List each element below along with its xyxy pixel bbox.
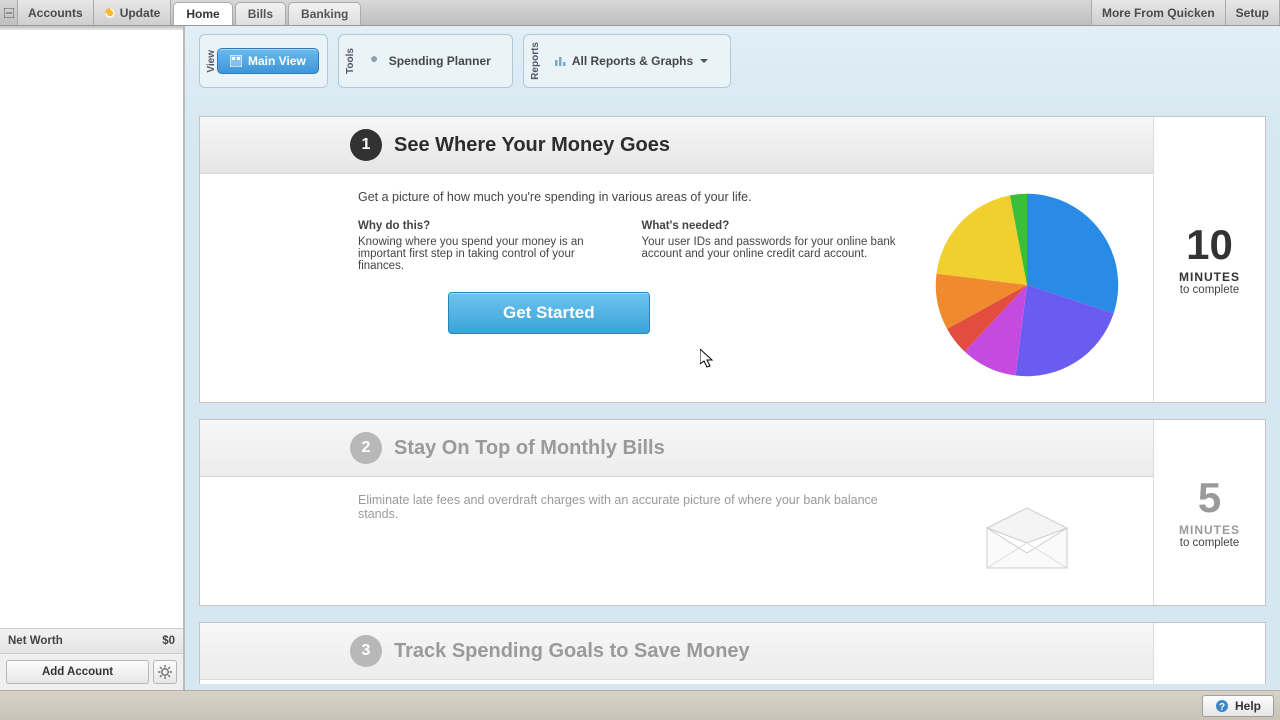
timer-label: MINUTES xyxy=(1179,523,1240,537)
more-from-button[interactable]: More From Quicken xyxy=(1091,0,1226,25)
step-title: Stay On Top of Monthly Bills xyxy=(394,437,665,460)
chevron-down-icon xyxy=(699,56,709,66)
step-card-1: 1 See Where Your Money Goes Get a pictur… xyxy=(199,116,1266,403)
get-started-button[interactable]: Get Started xyxy=(448,292,650,334)
sidebar: Net Worth $0 Add Account xyxy=(0,26,185,690)
what-body: Your user IDs and passwords for your onl… xyxy=(642,236,898,260)
reports-group: Reports All Reports & Graphs xyxy=(523,34,731,88)
timer-sub: to complete xyxy=(1180,537,1239,549)
timer-minutes: 10 xyxy=(1186,224,1233,266)
step-timer: 5 MINUTES to complete xyxy=(1153,623,1265,684)
why-heading: Why do this? xyxy=(358,220,614,232)
step-timer: 10 MINUTES to complete xyxy=(1153,117,1265,402)
bottombar: ? Help xyxy=(0,690,1280,720)
help-button[interactable]: ? Help xyxy=(1202,695,1274,717)
net-worth-row: Net Worth $0 xyxy=(0,628,183,653)
help-icon: ? xyxy=(1215,699,1229,713)
step-badge: 3 xyxy=(350,635,382,667)
add-account-button[interactable]: Add Account xyxy=(6,660,149,684)
help-label: Help xyxy=(1235,699,1261,713)
net-worth-label: Net Worth xyxy=(8,635,63,647)
main-panel: View Main View Tools Spending Planner Re… xyxy=(185,26,1280,690)
step-badge: 1 xyxy=(350,129,382,161)
home-overview-icon xyxy=(230,55,242,67)
content-area: 1 See Where Your Money Goes Get a pictur… xyxy=(199,116,1266,684)
pie-chart-illustration xyxy=(917,190,1137,380)
main-view-label: Main View xyxy=(248,54,306,68)
gear-icon xyxy=(158,665,172,679)
why-body: Knowing where you spend your money is an… xyxy=(358,236,614,272)
view-group: View Main View xyxy=(199,34,328,88)
step-badge: 2 xyxy=(350,432,382,464)
main-view-button[interactable]: Main View xyxy=(217,48,319,74)
setup-button[interactable]: Setup xyxy=(1226,0,1280,25)
bar-chart-icon xyxy=(554,55,566,67)
timer-label: MINUTES xyxy=(1179,270,1240,284)
step-intro: Eliminate late fees and overdraft charge… xyxy=(358,493,897,521)
reports-group-label: Reports xyxy=(528,40,541,82)
reports-dropdown-button[interactable]: All Reports & Graphs xyxy=(541,48,722,74)
wrench-icon xyxy=(369,54,383,68)
tools-group: Tools Spending Planner xyxy=(338,34,513,88)
sidebar-settings-button[interactable] xyxy=(153,660,177,684)
accounts-button[interactable]: Accounts xyxy=(18,0,94,25)
step-title: Track Spending Goals to Save Money xyxy=(394,640,750,663)
tab-home[interactable]: Home xyxy=(173,2,232,25)
net-worth-value: $0 xyxy=(162,635,175,647)
step-card-2: 2 Stay On Top of Monthly Bills Eliminate… xyxy=(199,419,1266,606)
spending-planner-button[interactable]: Spending Planner xyxy=(356,48,504,74)
reports-dropdown-label: All Reports & Graphs xyxy=(572,54,693,68)
step-title: See Where Your Money Goes xyxy=(394,134,670,157)
step-card-3: 3 Track Spending Goals to Save Money Cho… xyxy=(199,622,1266,684)
tab-bills[interactable]: Bills xyxy=(235,2,286,25)
update-label: Update xyxy=(120,6,161,20)
envelope-illustration xyxy=(917,493,1137,583)
what-heading: What's needed? xyxy=(642,220,898,232)
collapse-sidebar-button[interactable] xyxy=(0,0,18,25)
tab-banking[interactable]: Banking xyxy=(288,2,361,25)
view-group-label: View xyxy=(204,48,217,75)
step-intro: Get a picture of how much you're spendin… xyxy=(358,190,897,204)
update-button[interactable]: Update xyxy=(94,0,172,25)
spending-planner-label: Spending Planner xyxy=(389,54,491,68)
toolbar: View Main View Tools Spending Planner Re… xyxy=(185,26,1280,96)
topbar: Accounts Update Home Bills Banking More … xyxy=(0,0,1280,26)
step-timer: 5 MINUTES to complete xyxy=(1153,420,1265,605)
svg-text:?: ? xyxy=(1219,702,1225,713)
timer-sub: to complete xyxy=(1180,284,1239,296)
tools-group-label: Tools xyxy=(343,46,356,76)
main-tabs: Home Bills Banking xyxy=(171,0,363,25)
timer-minutes: 5 xyxy=(1198,477,1221,519)
